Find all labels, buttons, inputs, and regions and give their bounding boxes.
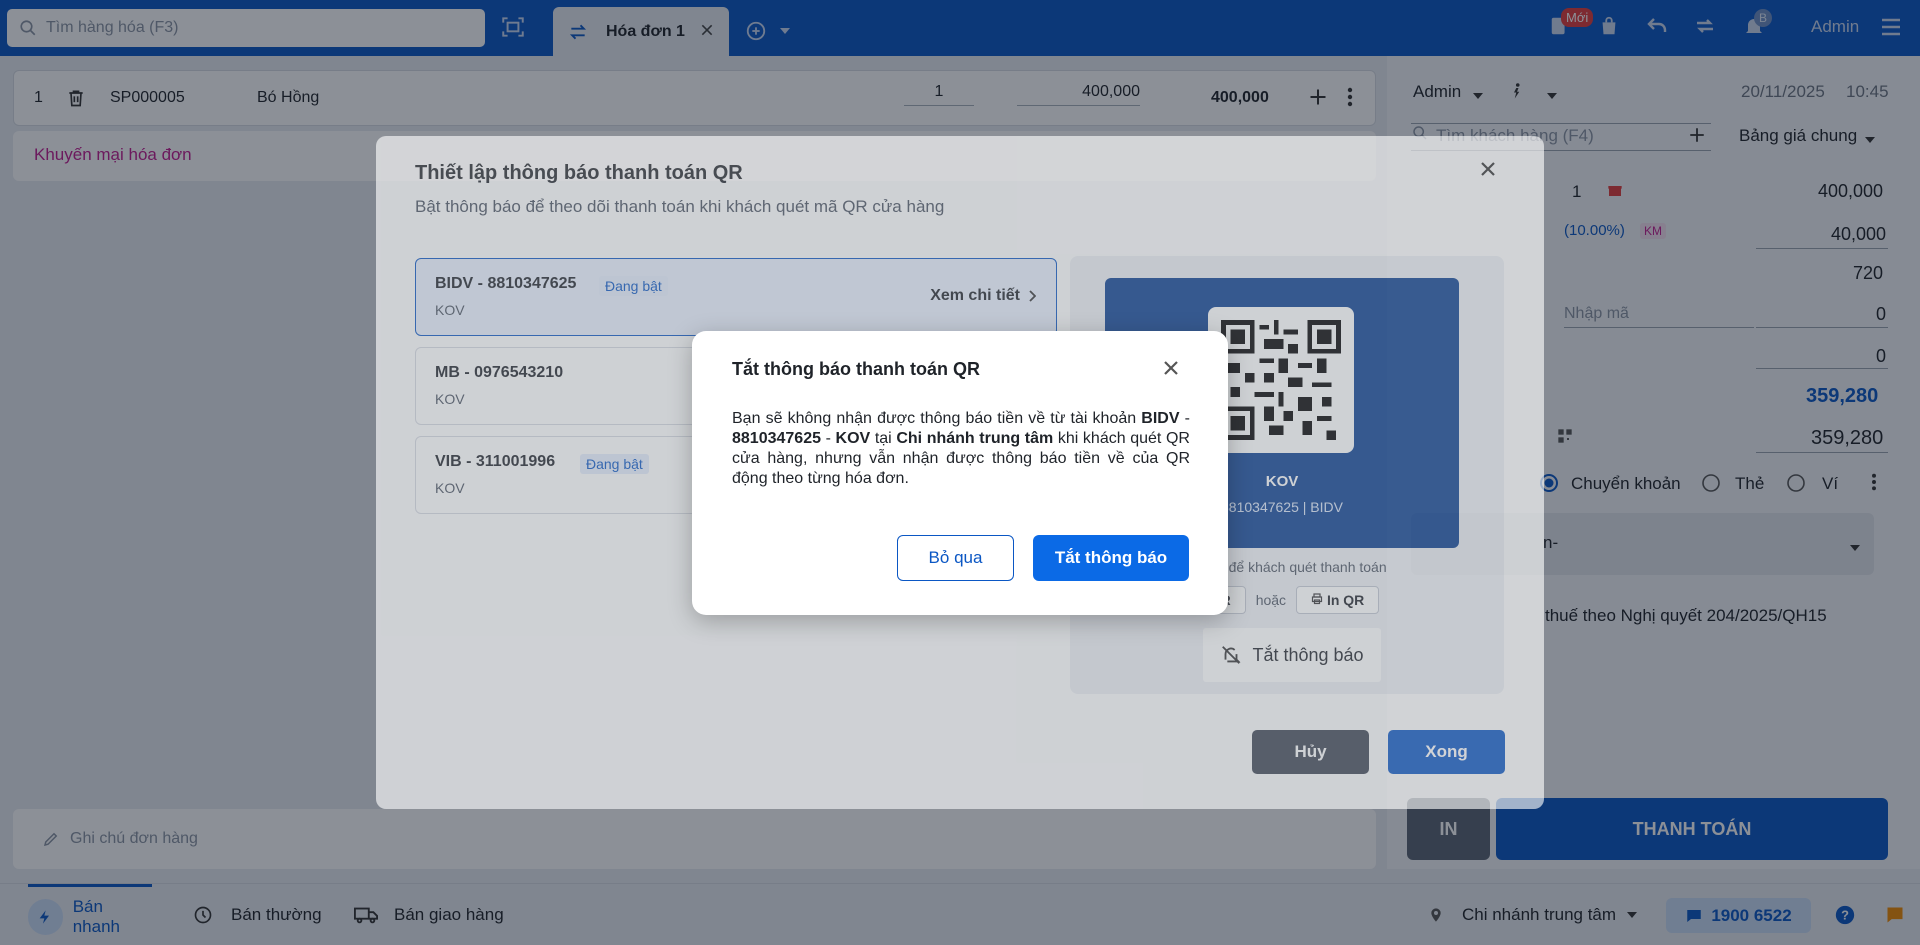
modal-subtitle: Bật thông báo để theo dõi thanh toán khi… (415, 197, 945, 216)
printer-icon (1311, 593, 1323, 605)
confirm-title: Tắt thông báo thanh toán QR (732, 359, 980, 379)
cancel-button[interactable]: Hủy (1252, 730, 1369, 774)
chevron-right-icon (1029, 290, 1036, 302)
account-item-bidv[interactable]: BIDV - 8810347625 Đang bật KOV Xem chi t… (415, 258, 1057, 336)
turn-off-confirm-dialog: Tắt thông báo thanh toán QR Bạn sẽ không… (692, 331, 1228, 615)
skip-button[interactable]: Bỏ qua (897, 535, 1014, 581)
qr-code-image (1208, 307, 1354, 453)
status-badge: Đang bật (599, 276, 668, 296)
turn-off-notification-button[interactable]: Tắt thông báo (1203, 628, 1381, 682)
done-button[interactable]: Xong (1388, 730, 1505, 774)
bell-off-icon (1222, 646, 1241, 664)
status-badge: Đang bật (580, 454, 649, 474)
modal-title: Thiết lập thông báo thanh toán QR (415, 162, 743, 184)
print-qr-button[interactable]: In QR (1296, 586, 1380, 614)
confirm-turn-off-button[interactable]: Tắt thông báo (1033, 535, 1189, 581)
view-detail-link[interactable]: Xem chi tiết (930, 287, 1036, 305)
confirm-message: Bạn sẽ không nhận được thông báo tiền về… (732, 410, 1190, 487)
close-icon[interactable] (1162, 359, 1180, 382)
close-icon[interactable] (1479, 160, 1497, 183)
